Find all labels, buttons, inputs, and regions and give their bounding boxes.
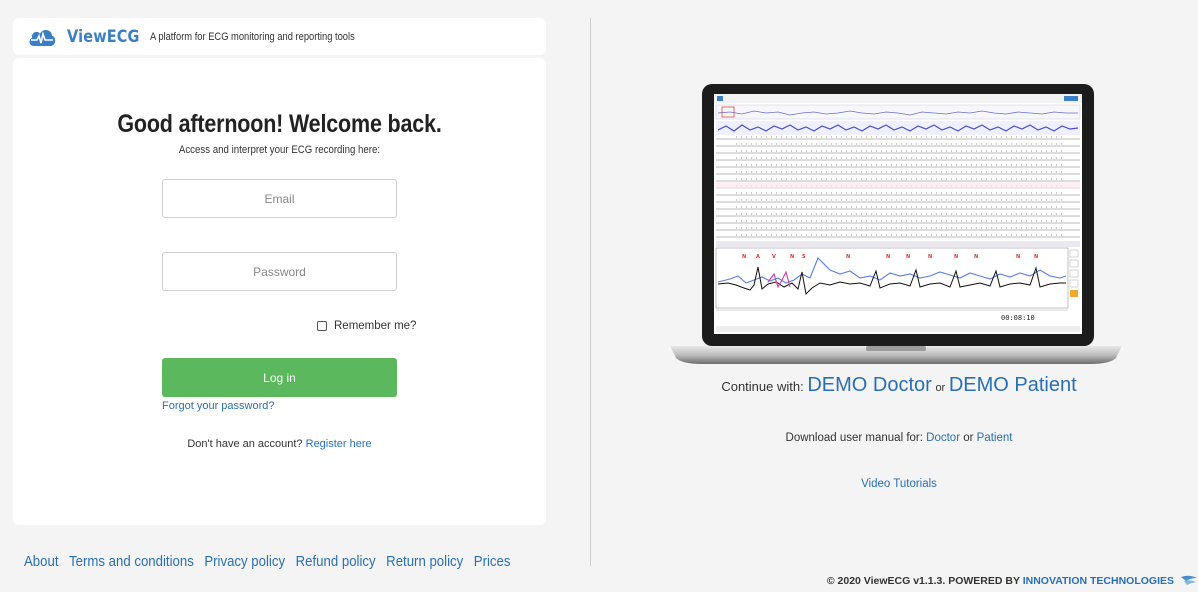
footer-link-terms[interactable]: Terms and conditions [69, 553, 194, 570]
cloud-heartbeat-icon[interactable] [27, 26, 57, 48]
copyright-text: © 2020 ViewECG v1.1.3. POWERED BY [826, 575, 1020, 587]
checkbox-icon[interactable] [317, 321, 327, 331]
svg-text:N: N [906, 254, 910, 260]
manual-download: Download user manual for: Doctor or Pati… [600, 432, 1198, 444]
laptop-ecg-preview: N A V N S N N N N N N N N 00:08:10 [670, 84, 1122, 364]
app-header: ViewECG A platform for ECG monitoring an… [13, 18, 546, 55]
svg-text:N: N [846, 254, 850, 260]
login-button[interactable]: Log in [162, 358, 397, 397]
screen-timestamp: 00:08:10 [1001, 314, 1035, 322]
svg-text:S: S [802, 254, 806, 260]
footer-link-privacy[interactable]: Privacy policy [204, 553, 285, 570]
svg-text:N: N [1034, 254, 1038, 260]
email-field[interactable] [162, 179, 397, 218]
svg-text:N: N [954, 254, 958, 260]
manual-patient-link[interactable]: Patient [977, 432, 1013, 444]
register-line: Don't have an account? Register here [13, 438, 546, 450]
brand-name[interactable]: ViewECG [67, 27, 140, 47]
continue-text: Continue with: [721, 379, 804, 394]
greeting-heading: Good afternoon! Welcome back. [117, 110, 442, 138]
manual-or-text: or [963, 432, 974, 444]
register-link[interactable]: Register here [306, 438, 372, 450]
wing-icon [1181, 575, 1197, 585]
column-divider [590, 18, 591, 566]
remember-label: Remember me? [334, 320, 417, 332]
manual-doctor-link[interactable]: Doctor [926, 432, 960, 444]
footer-link-refund[interactable]: Refund policy [296, 553, 376, 570]
forgot-password-link[interactable]: Forgot your password? [162, 400, 275, 412]
login-card: Good afternoon! Welcome back. Access and… [13, 58, 546, 525]
or-text: or [935, 382, 946, 394]
demo-doctor-link[interactable]: DEMO Doctor [807, 374, 931, 396]
svg-text:N: N [886, 254, 890, 260]
demo-continue: Continue with: DEMO Doctor or DEMO Patie… [600, 374, 1198, 397]
footer-link-prices[interactable]: Prices [474, 553, 511, 570]
remember-me[interactable]: Remember me? [317, 320, 416, 332]
svg-text:V: V [772, 254, 776, 260]
demo-patient-link[interactable]: DEMO Patient [949, 374, 1077, 396]
svg-text:N: N [790, 254, 794, 260]
manual-text: Download user manual for: [785, 432, 923, 444]
footer-link-return[interactable]: Return policy [386, 553, 463, 570]
svg-text:N: N [742, 254, 746, 260]
svg-text:A: A [756, 254, 760, 260]
login-subtitle: Access and interpret your ECG recording … [178, 144, 381, 156]
svg-text:N: N [1016, 254, 1020, 260]
video-tutorials-link[interactable]: Video Tutorials [600, 478, 1198, 490]
svg-text:N: N [928, 254, 932, 260]
footer-links: About Terms and conditions Privacy polic… [24, 553, 510, 570]
footer-link-about[interactable]: About [24, 553, 58, 570]
no-account-text: Don't have an account? [187, 438, 303, 450]
company-link[interactable]: INNOVATION TECHNOLOGIES [1023, 575, 1174, 587]
svg-text:N: N [974, 254, 978, 260]
copyright: © 2020 ViewECG v1.1.3. POWERED BY INNOVA… [827, 575, 1174, 587]
password-field[interactable] [162, 252, 397, 291]
tagline: A platform for ECG monitoring and report… [150, 30, 356, 43]
